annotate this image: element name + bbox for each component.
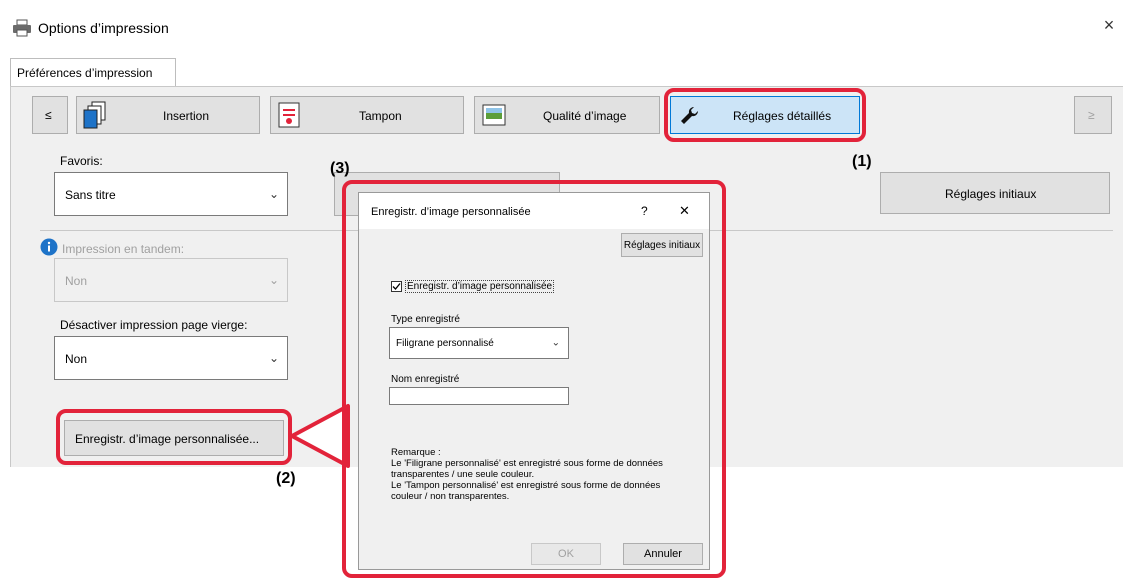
type-label: Type enregistré bbox=[391, 314, 460, 325]
chevron-down-icon: ⌄ bbox=[268, 273, 279, 287]
nav-item-insertion[interactable]: Insertion bbox=[76, 96, 260, 134]
dialog-title-bar: Enregistr. d’image personnalisée ? ✕ bbox=[359, 193, 709, 229]
register-checkbox-label: Enregistr. d’image personnalisée bbox=[405, 280, 555, 293]
highlight-advanced-tab bbox=[664, 88, 866, 142]
dialog-close-button[interactable]: ✕ bbox=[679, 203, 690, 219]
help-button[interactable]: ? bbox=[641, 204, 648, 218]
tab-preferences[interactable]: Préférences d’impression bbox=[10, 58, 176, 86]
type-select[interactable]: Filigrane personnalisé ⌄ bbox=[389, 327, 569, 359]
chevron-down-icon: ⌄ bbox=[268, 351, 279, 365]
tandem-label: Impression en tandem: bbox=[62, 242, 185, 256]
image-quality-icon bbox=[481, 102, 507, 131]
pages-icon bbox=[83, 101, 107, 134]
tandem-select: Non ⌄ bbox=[54, 258, 288, 302]
highlight-register-button bbox=[56, 409, 292, 465]
chevron-down-icon: ⌄ bbox=[268, 187, 279, 201]
callout-3: (3) bbox=[330, 160, 350, 177]
dialog: Enregistr. d’image personnalisée ? ✕ Rég… bbox=[358, 192, 710, 570]
callout-1: (1) bbox=[852, 153, 872, 170]
favoris-label: Favoris: bbox=[60, 154, 103, 168]
callout-2: (2) bbox=[276, 470, 296, 487]
nav-next-button[interactable]: ≥ bbox=[1074, 96, 1112, 134]
cancel-button[interactable]: Annuler bbox=[623, 543, 703, 565]
name-label: Nom enregistré bbox=[391, 374, 460, 385]
chevron-down-icon: ⌄ bbox=[551, 337, 560, 349]
window-close-button[interactable]: × bbox=[1098, 14, 1120, 36]
initial-settings-button[interactable]: Réglages initiaux bbox=[880, 172, 1110, 214]
favoris-select[interactable]: Sans titre ⌄ bbox=[54, 172, 288, 216]
info-icon bbox=[40, 238, 58, 259]
blank-page-label: Désactiver impression page vierge: bbox=[60, 318, 248, 332]
dialog-title: Enregistr. d’image personnalisée bbox=[371, 206, 531, 218]
nav-item-tampon[interactable]: Tampon bbox=[270, 96, 464, 134]
name-input[interactable] bbox=[389, 387, 569, 405]
nav-prev-button[interactable]: ≤ bbox=[32, 96, 68, 134]
blank-page-select[interactable]: Non ⌄ bbox=[54, 336, 288, 380]
ok-button[interactable]: OK bbox=[531, 543, 601, 565]
printer-icon bbox=[12, 19, 32, 37]
window-title: Options d’impression bbox=[38, 20, 169, 36]
title-bar: Options d’impression × bbox=[0, 0, 1123, 54]
register-checkbox[interactable] bbox=[391, 281, 402, 292]
remark-text: Remarque : Le 'Filigrane personnalisé' e… bbox=[391, 447, 663, 502]
stamp-icon bbox=[277, 101, 301, 134]
nav-item-image-quality[interactable]: Qualité d’image bbox=[474, 96, 660, 134]
dialog-initial-button[interactable]: Réglages initiaux bbox=[621, 233, 703, 257]
